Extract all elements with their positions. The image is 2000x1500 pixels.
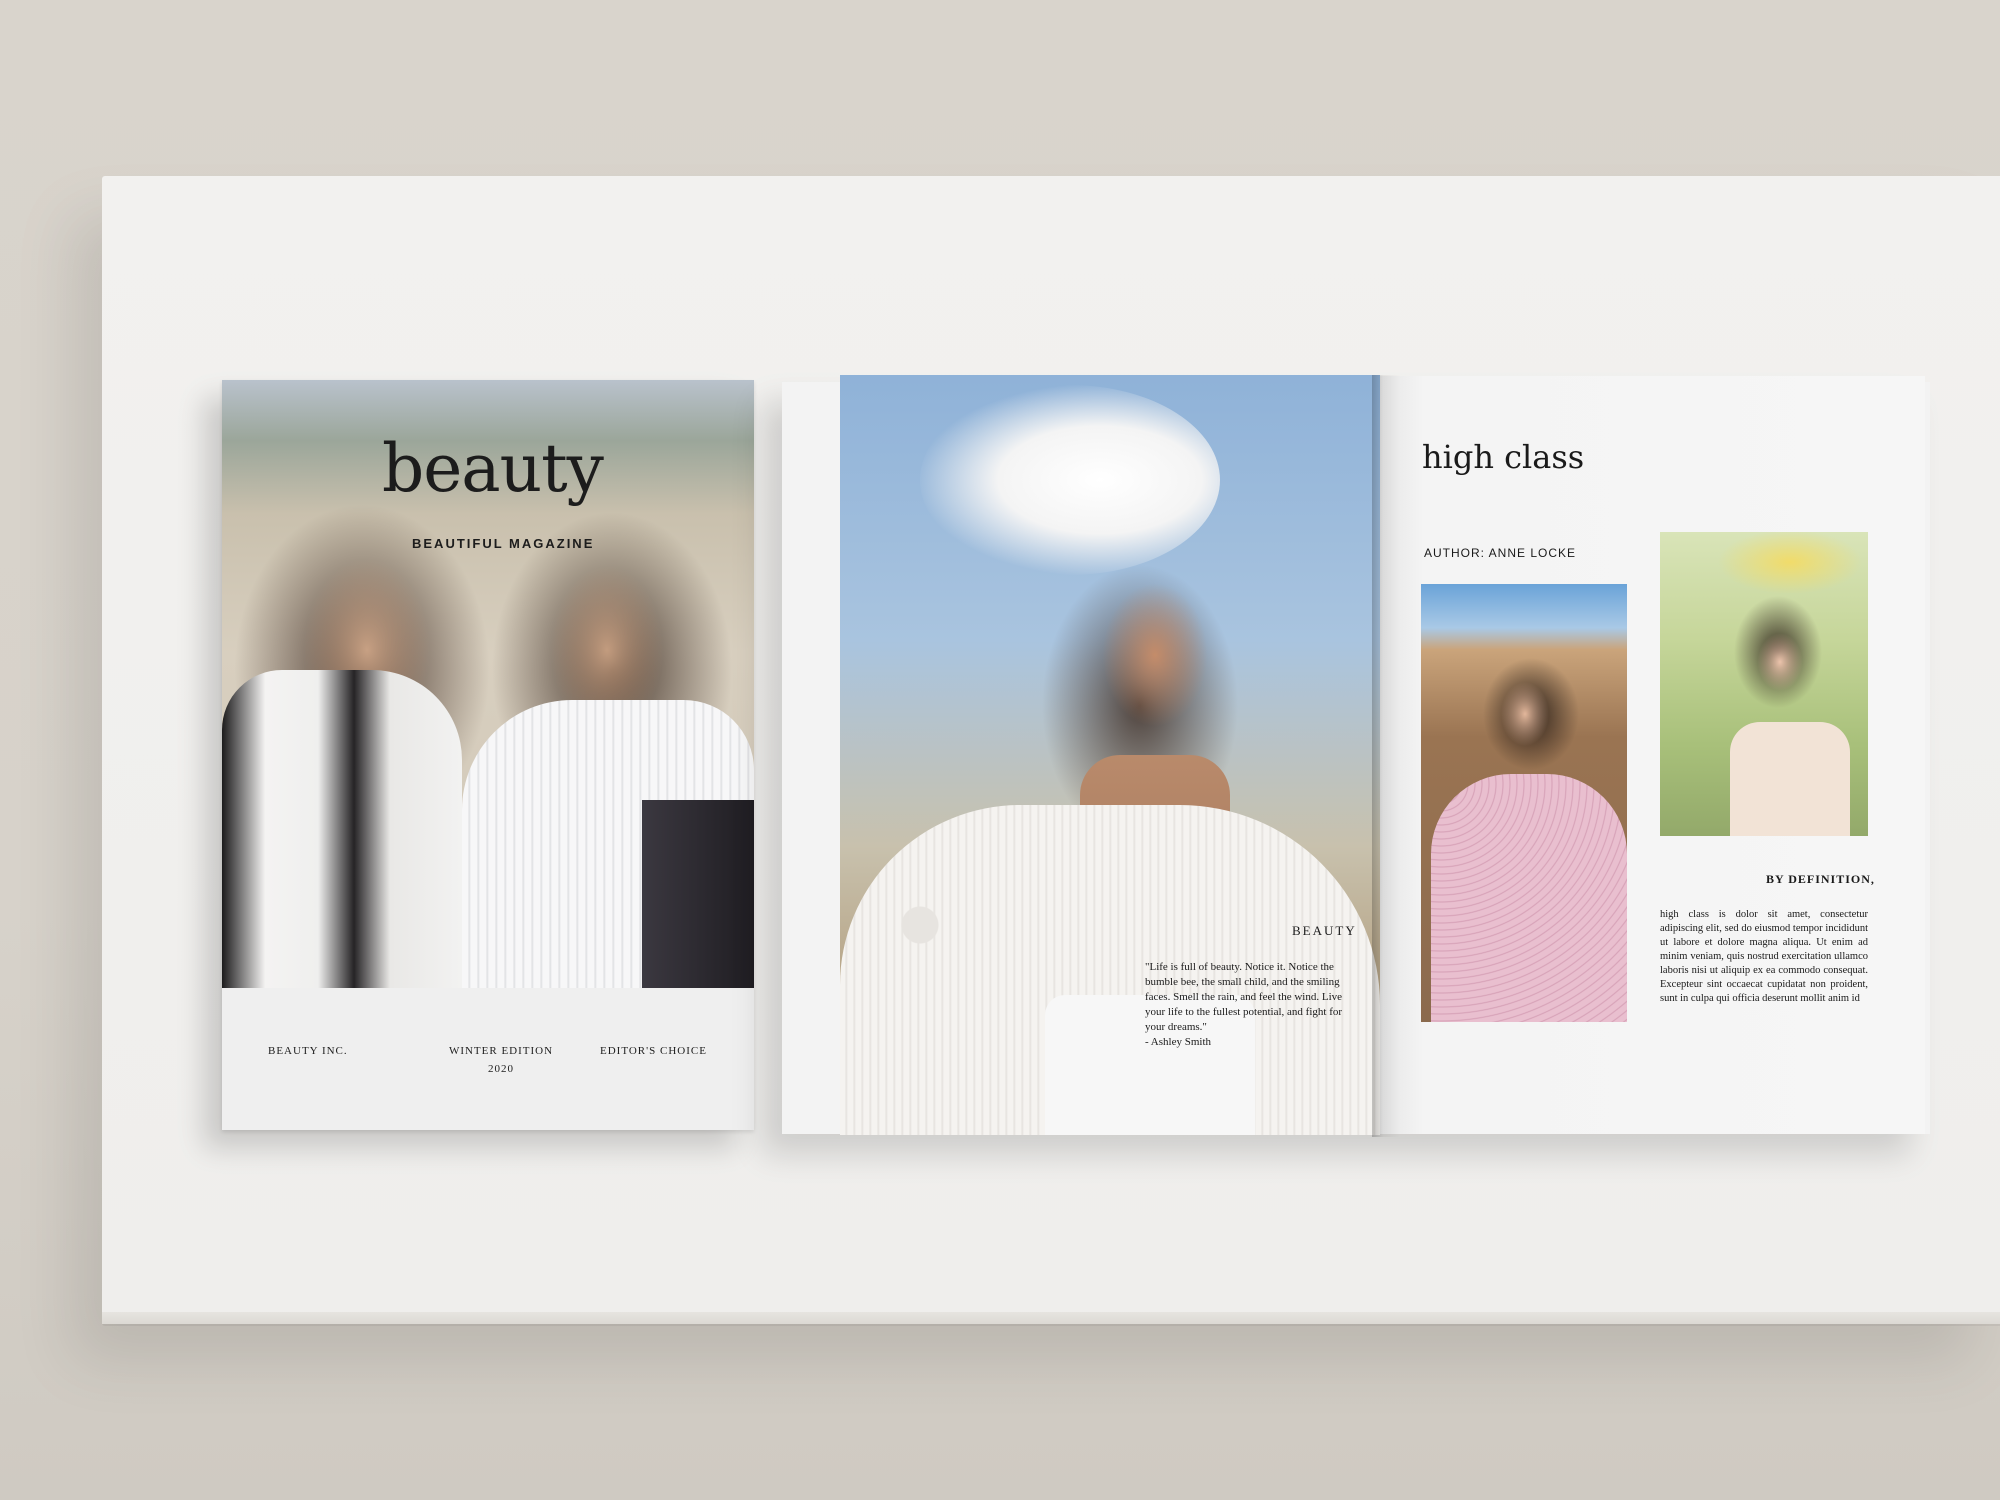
- magazine-cover: beauty BEAUTIFUL MAGAZINE BEAUTY INC. WI…: [222, 380, 754, 1130]
- cover-edition-line1: WINTER EDITION: [448, 1045, 554, 1057]
- article-body: high class is dolor sit amet, consectetu…: [1660, 909, 1868, 1004]
- cover-edition-line2: 2020: [488, 1063, 514, 1075]
- cover-footer: BEAUTY INC. WINTER EDITION 2020 EDITOR'S…: [222, 988, 754, 1130]
- spread-right-page: high class AUTHOR: ANNE LOCKE BY DEFINIT…: [1380, 376, 1925, 1134]
- cover-model-right-sleeve: [642, 800, 754, 988]
- article-author: AUTHOR: ANNE LOCKE: [1424, 546, 1577, 560]
- left-page-quote: "Life is full of beauty. Notice it. Noti…: [1145, 960, 1363, 1050]
- article-title: high class: [1422, 438, 1585, 476]
- display-board-edge: [102, 1312, 2000, 1324]
- cover-badge: EDITOR'S CHOICE: [600, 1045, 707, 1057]
- spread-gutter: [1372, 375, 1400, 1137]
- cover-photo: beauty BEAUTIFUL MAGAZINE: [222, 380, 754, 988]
- pink-dress: [1431, 774, 1627, 1022]
- cover-subtitle: BEAUTIFUL MAGAZINE: [412, 536, 595, 551]
- cover-model-left: [222, 670, 462, 988]
- cover-edition: WINTER EDITION 2020: [446, 1042, 556, 1078]
- spread-left-page: BEAUTY "Life is full of beauty. Notice i…: [840, 375, 1380, 1135]
- floral-dress: [1730, 722, 1850, 836]
- cover-publisher: BEAUTY INC.: [268, 1045, 348, 1057]
- article-section-heading: BY DEFINITION,: [1766, 872, 1875, 886]
- feather-headpiece: [920, 385, 1220, 575]
- quote-author: - Ashley Smith: [1145, 1036, 1212, 1048]
- quote-text: "Life is full of beauty. Notice it. Noti…: [1145, 961, 1343, 1033]
- left-page-label: BEAUTY: [1292, 923, 1357, 938]
- article-photo-pink-dress: [1421, 584, 1627, 1022]
- cover-title: beauty: [382, 430, 604, 507]
- article-photo-flower-crown: [1660, 532, 1868, 836]
